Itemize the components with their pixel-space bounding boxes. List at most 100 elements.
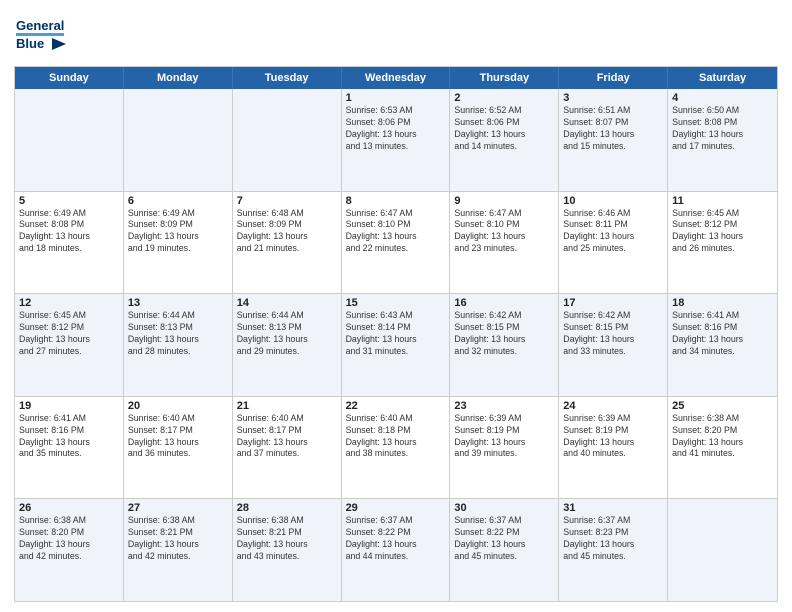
calendar-row-0: 1Sunrise: 6:53 AM Sunset: 8:06 PM Daylig…: [15, 89, 777, 191]
day-info: Sunrise: 6:37 AM Sunset: 8:22 PM Dayligh…: [346, 515, 446, 563]
day-cell-13: 13Sunrise: 6:44 AM Sunset: 8:13 PM Dayli…: [124, 294, 233, 396]
day-cell-6: 6Sunrise: 6:49 AM Sunset: 8:09 PM Daylig…: [124, 192, 233, 294]
page: General Blue SundayMondayTuesdayWednesda…: [0, 0, 792, 612]
day-info: Sunrise: 6:38 AM Sunset: 8:21 PM Dayligh…: [128, 515, 228, 563]
day-info: Sunrise: 6:43 AM Sunset: 8:14 PM Dayligh…: [346, 310, 446, 358]
day-info: Sunrise: 6:37 AM Sunset: 8:23 PM Dayligh…: [563, 515, 663, 563]
day-number: 23: [454, 400, 554, 412]
header: General Blue: [14, 10, 778, 60]
calendar-row-2: 12Sunrise: 6:45 AM Sunset: 8:12 PM Dayli…: [15, 293, 777, 396]
calendar: SundayMondayTuesdayWednesdayThursdayFrid…: [14, 66, 778, 602]
day-info: Sunrise: 6:39 AM Sunset: 8:19 PM Dayligh…: [563, 413, 663, 461]
day-number: 2: [454, 92, 554, 104]
day-cell-10: 10Sunrise: 6:46 AM Sunset: 8:11 PM Dayli…: [559, 192, 668, 294]
day-info: Sunrise: 6:51 AM Sunset: 8:07 PM Dayligh…: [563, 105, 663, 153]
day-cell-8: 8Sunrise: 6:47 AM Sunset: 8:10 PM Daylig…: [342, 192, 451, 294]
day-cell-25: 25Sunrise: 6:38 AM Sunset: 8:20 PM Dayli…: [668, 397, 777, 499]
day-info: Sunrise: 6:47 AM Sunset: 8:10 PM Dayligh…: [346, 208, 446, 256]
day-info: Sunrise: 6:40 AM Sunset: 8:17 PM Dayligh…: [237, 413, 337, 461]
day-info: Sunrise: 6:38 AM Sunset: 8:20 PM Dayligh…: [19, 515, 119, 563]
day-cell-19: 19Sunrise: 6:41 AM Sunset: 8:16 PM Dayli…: [15, 397, 124, 499]
day-cell-22: 22Sunrise: 6:40 AM Sunset: 8:18 PM Dayli…: [342, 397, 451, 499]
weekday-header-tuesday: Tuesday: [233, 67, 342, 89]
empty-cell-0-1: [124, 89, 233, 191]
day-cell-5: 5Sunrise: 6:49 AM Sunset: 8:08 PM Daylig…: [15, 192, 124, 294]
weekday-header-monday: Monday: [124, 67, 233, 89]
day-number: 21: [237, 400, 337, 412]
day-number: 10: [563, 195, 663, 207]
day-info: Sunrise: 6:49 AM Sunset: 8:08 PM Dayligh…: [19, 208, 119, 256]
empty-cell-0-2: [233, 89, 342, 191]
day-cell-11: 11Sunrise: 6:45 AM Sunset: 8:12 PM Dayli…: [668, 192, 777, 294]
day-cell-24: 24Sunrise: 6:39 AM Sunset: 8:19 PM Dayli…: [559, 397, 668, 499]
svg-text:Blue: Blue: [16, 36, 44, 51]
day-info: Sunrise: 6:41 AM Sunset: 8:16 PM Dayligh…: [19, 413, 119, 461]
day-cell-28: 28Sunrise: 6:38 AM Sunset: 8:21 PM Dayli…: [233, 499, 342, 601]
day-number: 14: [237, 297, 337, 309]
logo: General Blue: [14, 10, 66, 60]
logo-icon: General Blue: [14, 10, 66, 60]
day-info: Sunrise: 6:44 AM Sunset: 8:13 PM Dayligh…: [128, 310, 228, 358]
day-cell-30: 30Sunrise: 6:37 AM Sunset: 8:22 PM Dayli…: [450, 499, 559, 601]
day-cell-14: 14Sunrise: 6:44 AM Sunset: 8:13 PM Dayli…: [233, 294, 342, 396]
day-cell-27: 27Sunrise: 6:38 AM Sunset: 8:21 PM Dayli…: [124, 499, 233, 601]
day-cell-15: 15Sunrise: 6:43 AM Sunset: 8:14 PM Dayli…: [342, 294, 451, 396]
day-cell-2: 2Sunrise: 6:52 AM Sunset: 8:06 PM Daylig…: [450, 89, 559, 191]
day-info: Sunrise: 6:45 AM Sunset: 8:12 PM Dayligh…: [672, 208, 773, 256]
day-info: Sunrise: 6:52 AM Sunset: 8:06 PM Dayligh…: [454, 105, 554, 153]
day-cell-26: 26Sunrise: 6:38 AM Sunset: 8:20 PM Dayli…: [15, 499, 124, 601]
day-cell-3: 3Sunrise: 6:51 AM Sunset: 8:07 PM Daylig…: [559, 89, 668, 191]
day-info: Sunrise: 6:38 AM Sunset: 8:20 PM Dayligh…: [672, 413, 773, 461]
day-info: Sunrise: 6:40 AM Sunset: 8:18 PM Dayligh…: [346, 413, 446, 461]
day-number: 27: [128, 502, 228, 514]
calendar-body: 1Sunrise: 6:53 AM Sunset: 8:06 PM Daylig…: [15, 89, 777, 601]
day-number: 11: [672, 195, 773, 207]
day-number: 15: [346, 297, 446, 309]
day-number: 19: [19, 400, 119, 412]
day-number: 25: [672, 400, 773, 412]
day-number: 6: [128, 195, 228, 207]
day-number: 5: [19, 195, 119, 207]
day-number: 29: [346, 502, 446, 514]
day-cell-4: 4Sunrise: 6:50 AM Sunset: 8:08 PM Daylig…: [668, 89, 777, 191]
day-info: Sunrise: 6:42 AM Sunset: 8:15 PM Dayligh…: [563, 310, 663, 358]
day-cell-9: 9Sunrise: 6:47 AM Sunset: 8:10 PM Daylig…: [450, 192, 559, 294]
svg-text:General: General: [16, 18, 64, 33]
empty-cell-0-0: [15, 89, 124, 191]
day-info: Sunrise: 6:49 AM Sunset: 8:09 PM Dayligh…: [128, 208, 228, 256]
day-number: 4: [672, 92, 773, 104]
calendar-row-1: 5Sunrise: 6:49 AM Sunset: 8:08 PM Daylig…: [15, 191, 777, 294]
day-number: 9: [454, 195, 554, 207]
day-number: 1: [346, 92, 446, 104]
day-number: 28: [237, 502, 337, 514]
day-info: Sunrise: 6:53 AM Sunset: 8:06 PM Dayligh…: [346, 105, 446, 153]
day-cell-29: 29Sunrise: 6:37 AM Sunset: 8:22 PM Dayli…: [342, 499, 451, 601]
day-info: Sunrise: 6:40 AM Sunset: 8:17 PM Dayligh…: [128, 413, 228, 461]
weekday-header-saturday: Saturday: [668, 67, 777, 89]
day-number: 22: [346, 400, 446, 412]
day-number: 20: [128, 400, 228, 412]
calendar-row-3: 19Sunrise: 6:41 AM Sunset: 8:16 PM Dayli…: [15, 396, 777, 499]
day-number: 13: [128, 297, 228, 309]
calendar-header: SundayMondayTuesdayWednesdayThursdayFrid…: [15, 67, 777, 89]
day-number: 30: [454, 502, 554, 514]
weekday-header-friday: Friday: [559, 67, 668, 89]
day-number: 17: [563, 297, 663, 309]
weekday-header-thursday: Thursday: [450, 67, 559, 89]
day-info: Sunrise: 6:41 AM Sunset: 8:16 PM Dayligh…: [672, 310, 773, 358]
day-cell-21: 21Sunrise: 6:40 AM Sunset: 8:17 PM Dayli…: [233, 397, 342, 499]
day-number: 18: [672, 297, 773, 309]
day-info: Sunrise: 6:48 AM Sunset: 8:09 PM Dayligh…: [237, 208, 337, 256]
day-cell-7: 7Sunrise: 6:48 AM Sunset: 8:09 PM Daylig…: [233, 192, 342, 294]
day-info: Sunrise: 6:38 AM Sunset: 8:21 PM Dayligh…: [237, 515, 337, 563]
day-number: 31: [563, 502, 663, 514]
day-number: 7: [237, 195, 337, 207]
day-number: 8: [346, 195, 446, 207]
weekday-header-sunday: Sunday: [15, 67, 124, 89]
day-number: 24: [563, 400, 663, 412]
day-number: 12: [19, 297, 119, 309]
day-info: Sunrise: 6:44 AM Sunset: 8:13 PM Dayligh…: [237, 310, 337, 358]
day-number: 3: [563, 92, 663, 104]
day-cell-31: 31Sunrise: 6:37 AM Sunset: 8:23 PM Dayli…: [559, 499, 668, 601]
day-info: Sunrise: 6:37 AM Sunset: 8:22 PM Dayligh…: [454, 515, 554, 563]
